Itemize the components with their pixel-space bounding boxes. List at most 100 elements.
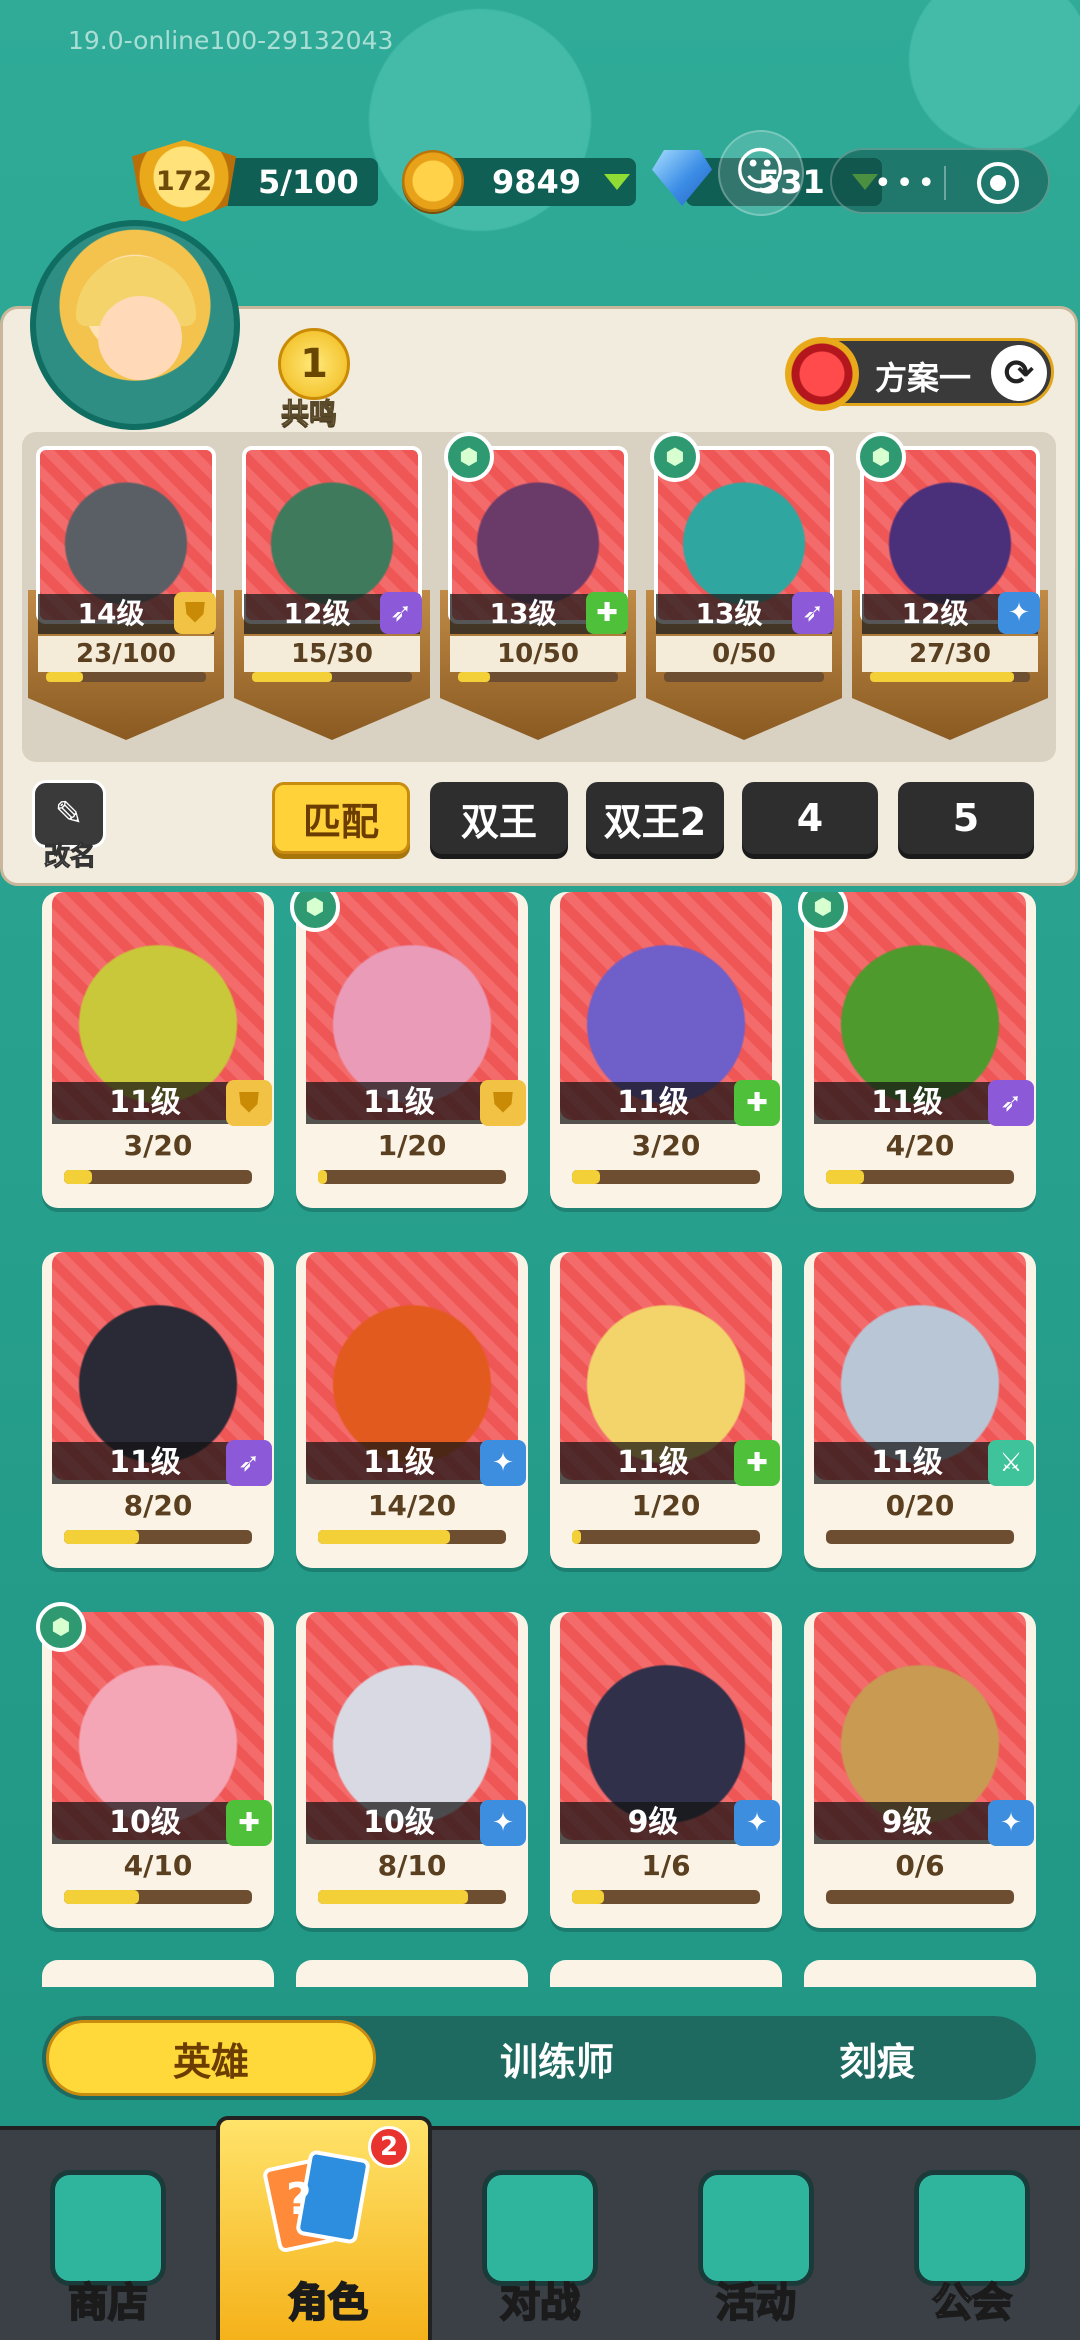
nav-label: 公会 [931, 2279, 1013, 2327]
progress-bar [870, 672, 1030, 682]
gold-coin-icon [402, 150, 464, 212]
subtab-3[interactable]: 刻痕 [732, 2016, 1022, 2100]
deck-hero-card[interactable]: 13级 ➶ 0/50 ⬢ [646, 432, 842, 740]
deck-tab-2[interactable]: 双王 [430, 782, 568, 854]
avatar-face [98, 296, 182, 380]
swords-icon [482, 2170, 598, 2286]
rename-label: 改名 [43, 842, 97, 873]
hero-progress: 1/6 [641, 1849, 691, 1882]
nav-cards[interactable]: ? 2 角色 [216, 2116, 432, 2340]
more-icon[interactable]: ••• [874, 166, 939, 201]
shield-icon: ⛊ [226, 1080, 272, 1126]
player-level-value: 172 [155, 165, 213, 197]
hero-card-partial[interactable] [550, 1960, 782, 1987]
progress-bar [64, 1170, 252, 1184]
gold-add-icon[interactable] [604, 174, 630, 190]
hero-progress: 8/20 [123, 1489, 193, 1522]
hero-card[interactable]: 9级 ✦ 1/6 [550, 1612, 782, 1928]
progress-fill [318, 1890, 469, 1904]
nav-label: 对战 [499, 2279, 581, 2327]
plus-icon: ✚ [226, 1800, 272, 1846]
bow-icon: ➶ [988, 1080, 1034, 1126]
nav-swords[interactable]: 对战 [432, 2130, 648, 2340]
nav-shop[interactable]: 商店 [0, 2130, 216, 2340]
progress-bar [64, 1530, 252, 1544]
player-level-badge[interactable]: 172 [132, 140, 236, 222]
hero-card[interactable]: 11级 ✚ 3/20 [550, 892, 782, 1208]
hero-collection-grid: 11级 ⛊ 3/20 11级 ⛊ 1/20 ⬢ 11级 ✚ 3/20 11级 ➶… [0, 892, 1080, 1987]
nav-label: 活动 [715, 2279, 797, 2327]
progress-bar [64, 1890, 252, 1904]
upgrade-badge-icon: ⬢ [444, 432, 494, 482]
deck-tab-4[interactable]: 4 [742, 782, 878, 854]
user-service-icon[interactable]: ☺ [718, 130, 804, 216]
progress-fill [318, 1530, 450, 1544]
progress-fill [46, 672, 83, 682]
subtab-1[interactable]: 英雄 [46, 2020, 376, 2096]
deck-hero-card[interactable]: 13级 ✚ 10/50 ⬢ [440, 432, 636, 740]
plus-icon: ✚ [734, 1440, 780, 1486]
progress-fill [870, 672, 1014, 682]
progress-bar [572, 1530, 760, 1544]
star-icon: ✦ [988, 1800, 1034, 1846]
deck-hero-card[interactable]: 12级 ✦ 27/30 ⬢ [852, 432, 1048, 740]
star-icon: ✦ [998, 592, 1040, 634]
shield-icon: ⛊ [480, 1080, 526, 1126]
bow-icon: ➶ [226, 1440, 272, 1486]
hero-card[interactable]: 11级 ⛊ 3/20 [42, 892, 274, 1208]
close-target-icon[interactable] [977, 162, 1019, 204]
deck-hero-card[interactable]: 12级 ➶ 15/30 [234, 440, 430, 740]
deck-tab-5[interactable]: 5 [898, 782, 1034, 854]
hero-card[interactable]: 11级 ➶ 4/20 ⬢ [798, 892, 1036, 1208]
gold-value: 9849 [492, 163, 582, 201]
upgrade-badge-icon: ⬢ [856, 432, 906, 482]
hero-progress: 3/20 [631, 1129, 701, 1162]
star-icon: ✦ [480, 1440, 526, 1486]
hero-progress: 27/30 [862, 636, 1038, 672]
deck-tab-3[interactable]: 双王2 [586, 782, 724, 854]
collection-subtabs: 英雄 训练师 刻痕 [42, 2016, 1036, 2100]
hero-progress: 15/30 [244, 636, 420, 672]
hero-progress: 3/20 [123, 1129, 193, 1162]
nav-guild[interactable]: 公会 [864, 2130, 1080, 2340]
bow-icon: ➶ [380, 592, 422, 634]
capsule-divider [944, 166, 946, 200]
progress-bar [458, 672, 618, 682]
hero-progress: 10/50 [450, 636, 626, 672]
hero-card[interactable]: 11级 ✦ 14/20 [296, 1252, 528, 1568]
player-avatar[interactable] [30, 220, 240, 430]
hero-card[interactable]: 11级 ⛊ 1/20 ⬢ [290, 892, 528, 1208]
hero-card-partial[interactable] [42, 1960, 274, 1987]
hero-card[interactable]: 10级 ✚ 4/10 ⬢ [36, 1602, 274, 1928]
hero-card-partial[interactable] [296, 1960, 528, 1987]
refresh-icon[interactable]: ⟳ [991, 345, 1047, 401]
progress-bar [572, 1170, 760, 1184]
bow-icon: ➶ [792, 592, 834, 634]
shield-banner-icon [698, 2170, 814, 2286]
progress-fill [64, 1530, 140, 1544]
hero-progress: 0/50 [656, 636, 832, 672]
progress-bar [252, 672, 412, 682]
hero-card[interactable]: 9级 ✦ 0/6 [804, 1612, 1036, 1928]
hero-progress: 23/100 [38, 636, 214, 672]
hero-progress: 4/20 [885, 1129, 955, 1162]
hero-card[interactable]: 11级 ➶ 8/20 [42, 1252, 274, 1568]
resonance-badge[interactable]: 1 [278, 328, 350, 400]
gold-pill[interactable]: 9849 [440, 158, 636, 206]
hero-card[interactable]: 10级 ✦ 8/10 [296, 1612, 528, 1928]
hero-card-partial[interactable] [804, 1960, 1036, 1987]
upgrade-badge-icon: ⬢ [36, 1602, 86, 1652]
hero-card[interactable]: 11级 ✚ 1/20 [550, 1252, 782, 1568]
shield-icon: ⛊ [174, 592, 216, 634]
hero-progress: 0/6 [895, 1849, 945, 1882]
deck-tab-1[interactable]: 匹配 [272, 782, 410, 854]
progress-fill [318, 1170, 328, 1184]
nav-label: 商店 [67, 2279, 149, 2327]
cards-icon: ? [261, 2148, 390, 2268]
hero-progress: 1/20 [631, 1489, 701, 1522]
hero-card[interactable]: 11级 ⚔ 0/20 [804, 1252, 1036, 1568]
subtab-2[interactable]: 训练师 [412, 2016, 702, 2100]
deck-hero-card[interactable]: 14级 ⛊ 23/100 [28, 440, 224, 740]
nav-shield-banner[interactable]: 活动 [648, 2130, 864, 2340]
plan-selector[interactable]: 方案一 ⟳ [785, 337, 1054, 411]
